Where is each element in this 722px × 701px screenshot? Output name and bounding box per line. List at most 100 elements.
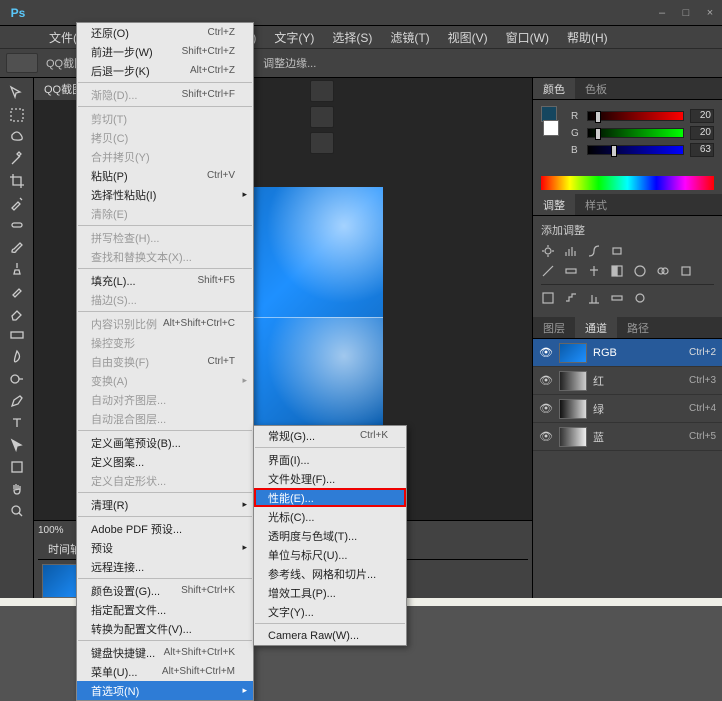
menu-view[interactable]: 视图(V) [439,26,497,48]
heal-tool[interactable] [2,214,32,236]
poster-icon[interactable] [564,291,578,305]
menu-item[interactable]: 定义自定形状... [77,471,253,490]
menu-item[interactable]: 清除(E) [77,204,253,223]
type-tool[interactable] [2,412,32,434]
menu-item[interactable]: 自动对齐图层... [77,390,253,409]
photo-filter-icon[interactable] [633,264,647,278]
lasso-tool[interactable] [2,126,32,148]
menu-item[interactable]: 定义画笔预设(B)... [77,433,253,452]
menu-item[interactable]: 颜色设置(G)...Shift+Ctrl+K [77,581,253,600]
marquee-tool[interactable] [2,104,32,126]
collapsed-icon[interactable] [310,132,334,154]
submenu-item[interactable]: 文件处理(F)... [254,469,406,488]
menu-item[interactable]: 后退一步(K)Alt+Ctrl+Z [77,61,253,80]
shape-tool[interactable] [2,456,32,478]
submenu-item[interactable]: 文字(Y)... [254,602,406,621]
menu-item[interactable]: 变换(A)▸ [77,371,253,390]
refine-edge-label[interactable]: 调整边缘... [263,55,316,71]
maximize-button[interactable]: □ [674,5,698,21]
channel-row[interactable]: 👁蓝Ctrl+5 [533,423,722,451]
minimize-button[interactable]: – [650,5,674,21]
close-button[interactable]: × [698,5,722,21]
menu-item[interactable]: 选择性粘贴(I)▸ [77,185,253,204]
menu-item[interactable]: 拷贝(C) [77,128,253,147]
menu-item[interactable]: Adobe PDF 预设... [77,519,253,538]
menu-item[interactable]: 粘贴(P)Ctrl+V [77,166,253,185]
menu-item[interactable]: 首选项(N)▸ [77,681,253,700]
menu-item[interactable]: 填充(L)...Shift+F5 [77,271,253,290]
g-slider[interactable] [587,128,684,138]
menu-window[interactable]: 窗口(W) [497,26,558,48]
menu-item[interactable]: 内容识别比例Alt+Shift+Ctrl+C [77,314,253,333]
balance-icon[interactable] [587,264,601,278]
g-value[interactable]: 20 [690,126,714,140]
menu-item[interactable]: 描边(S)... [77,290,253,309]
move-tool[interactable] [2,82,32,104]
channel-row[interactable]: 👁绿Ctrl+4 [533,395,722,423]
stamp-tool[interactable] [2,258,32,280]
bw-icon[interactable] [610,264,624,278]
menu-item[interactable]: 远程连接... [77,557,253,576]
menu-item[interactable]: 菜单(U)...Alt+Shift+Ctrl+M [77,662,253,681]
tab-swatches[interactable]: 色板 [575,78,617,99]
tool-preset-icon[interactable] [6,53,38,73]
submenu-item[interactable]: 性能(E)... [254,488,406,507]
submenu-item[interactable]: Camera Raw(W)... [254,626,406,645]
hue-strip[interactable] [541,176,714,190]
menu-item[interactable]: 定义图案... [77,452,253,471]
bg-swatch[interactable] [543,120,559,136]
tab-color[interactable]: 颜色 [533,78,575,99]
menu-item[interactable]: 自由变换(F)Ctrl+T [77,352,253,371]
channel-row[interactable]: 👁RGBCtrl+2 [533,339,722,367]
menu-item[interactable]: 合并拷贝(Y) [77,147,253,166]
invert-icon[interactable] [541,291,555,305]
visibility-icon[interactable]: 👁 [539,430,553,443]
submenu-item[interactable]: 参考线、网格和切片... [254,564,406,583]
selective-icon[interactable] [633,291,647,305]
eyedropper-tool[interactable] [2,192,32,214]
dodge-tool[interactable] [2,368,32,390]
brush-tool[interactable] [2,236,32,258]
r-value[interactable]: 20 [690,109,714,123]
tab-channels[interactable]: 通道 [575,317,617,338]
curves-icon[interactable] [587,244,601,258]
vibrance-icon[interactable] [541,264,555,278]
menu-item[interactable]: 查找和替换文本(X)... [77,247,253,266]
tab-styles[interactable]: 样式 [575,194,617,215]
channel-row[interactable]: 👁红Ctrl+3 [533,367,722,395]
gradient-tool[interactable] [2,324,32,346]
menu-item[interactable]: 转换为配置文件(V)... [77,619,253,638]
menu-item[interactable]: 自动混合图层... [77,409,253,428]
wand-tool[interactable] [2,148,32,170]
tab-layers[interactable]: 图层 [533,317,575,338]
menu-filter[interactable]: 滤镜(T) [381,26,438,48]
submenu-item[interactable]: 单位与标尺(U)... [254,545,406,564]
threshold-icon[interactable] [587,291,601,305]
pen-tool[interactable] [2,390,32,412]
gradmap-icon[interactable] [610,291,624,305]
menu-help[interactable]: 帮助(H) [558,26,617,48]
menu-item[interactable]: 前进一步(W)Shift+Ctrl+Z [77,42,253,61]
collapsed-icon[interactable] [310,106,334,128]
history-brush-tool[interactable] [2,280,32,302]
b-slider[interactable] [587,145,684,155]
menu-item[interactable]: 指定配置文件... [77,600,253,619]
visibility-icon[interactable]: 👁 [539,346,553,359]
menu-item[interactable]: 清理(R)▸ [77,495,253,514]
collapsed-icon[interactable] [310,80,334,102]
submenu-item[interactable]: 增效工具(P)... [254,583,406,602]
eraser-tool[interactable] [2,302,32,324]
menu-item[interactable]: 渐隐(D)...Shift+Ctrl+F [77,85,253,104]
tab-adjust[interactable]: 调整 [533,194,575,215]
visibility-icon[interactable]: 👁 [539,374,553,387]
mixer-icon[interactable] [656,264,670,278]
menu-item[interactable]: 拼写检查(H)... [77,228,253,247]
menu-item[interactable]: 预设▸ [77,538,253,557]
brightness-icon[interactable] [541,244,555,258]
submenu-item[interactable]: 常规(G)...Ctrl+K [254,426,406,445]
levels-icon[interactable] [564,244,578,258]
hand-tool[interactable] [2,478,32,500]
submenu-item[interactable]: 光标(C)... [254,507,406,526]
blur-tool[interactable] [2,346,32,368]
menu-item[interactable]: 还原(O)Ctrl+Z [77,23,253,42]
